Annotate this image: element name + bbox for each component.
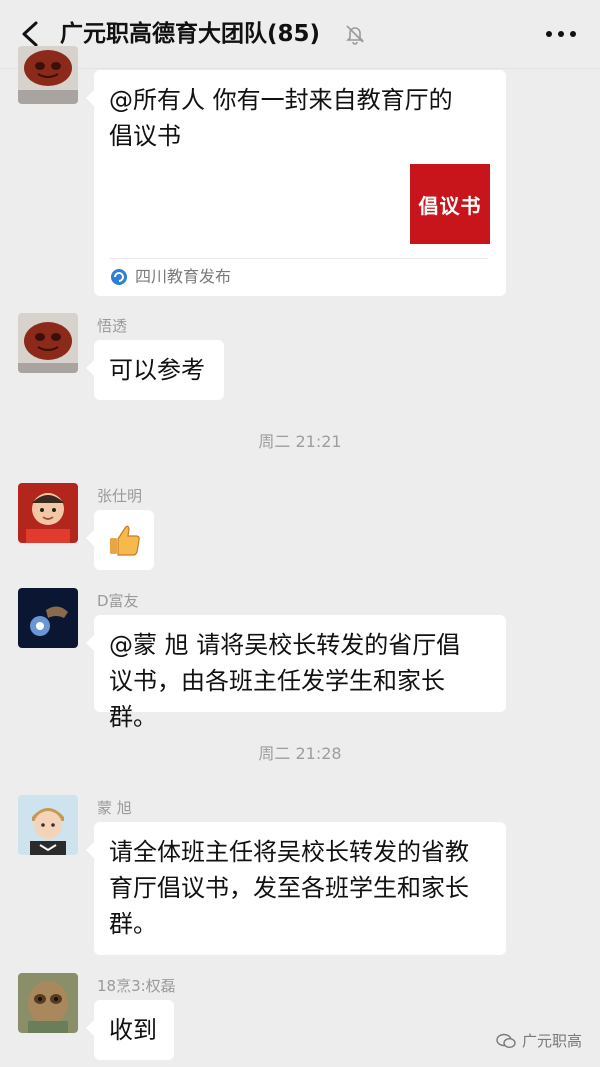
- avatar[interactable]: [18, 973, 78, 1033]
- watermark-text: 广元职高: [521, 1032, 582, 1050]
- card-text-line: @所有人 你有一封来自教育厅的: [109, 86, 453, 114]
- message-bubble[interactable]: 收到: [86, 1000, 174, 1060]
- sender-name: 张仕明: [97, 487, 143, 505]
- message-text: 可以参考: [109, 356, 205, 384]
- card-source-label: 四川教育发布: [135, 267, 232, 286]
- message-text-line: 请全体班主任将吴校长转发的省教: [109, 838, 469, 866]
- message-text-line: @蒙 旭 请将吴校长转发的省厅倡: [109, 631, 461, 659]
- timestamp: 周二 21:28: [258, 744, 342, 763]
- avatar[interactable]: [18, 483, 78, 543]
- source-logo-icon: [111, 269, 127, 285]
- sender-name: 蒙 旭: [97, 799, 132, 817]
- message-text-line: 育厅倡议书，发至各班学生和家长: [109, 874, 469, 902]
- divider: [110, 258, 488, 259]
- wechat-icon: [496, 1033, 516, 1048]
- more-options-icon[interactable]: [544, 24, 578, 44]
- sender-name: 悟透: [97, 317, 128, 335]
- chat-title[interactable]: 广元职高德育大团队(85): [60, 18, 320, 50]
- avatar[interactable]: [18, 313, 78, 373]
- message-text-line: 群。: [109, 910, 157, 938]
- sender-name: D富友: [97, 592, 139, 610]
- message-bubble[interactable]: @蒙 旭 请将吴校长转发的省厅倡 议书，由各班主任发学生和家长群。: [86, 615, 506, 731]
- back-arrow-icon[interactable]: [18, 20, 44, 48]
- sender-name: 18烹3:权磊: [97, 977, 176, 995]
- avatar[interactable]: [18, 588, 78, 648]
- avatar[interactable]: [18, 46, 78, 104]
- chat-header: 广元职高德育大团队(85): [0, 0, 600, 69]
- message-text: 收到: [109, 1016, 157, 1044]
- timestamp: 周二 21:21: [258, 432, 342, 451]
- card-thumbnail: 倡议书: [410, 164, 490, 244]
- mute-bell-icon: [346, 25, 364, 45]
- thumbs-up-icon: [110, 525, 140, 556]
- message-text-line: 议书，由各班主任发学生和家长群。: [109, 667, 445, 731]
- avatar[interactable]: [18, 795, 78, 855]
- sticker-bubble[interactable]: [86, 510, 154, 570]
- watermark: 广元职高: [496, 1030, 582, 1051]
- message-bubble[interactable]: 请全体班主任将吴校长转发的省教 育厅倡议书，发至各班学生和家长 群。: [86, 822, 506, 955]
- message-bubble[interactable]: 可以参考: [86, 340, 224, 400]
- card-text-line: 倡议书: [109, 122, 181, 150]
